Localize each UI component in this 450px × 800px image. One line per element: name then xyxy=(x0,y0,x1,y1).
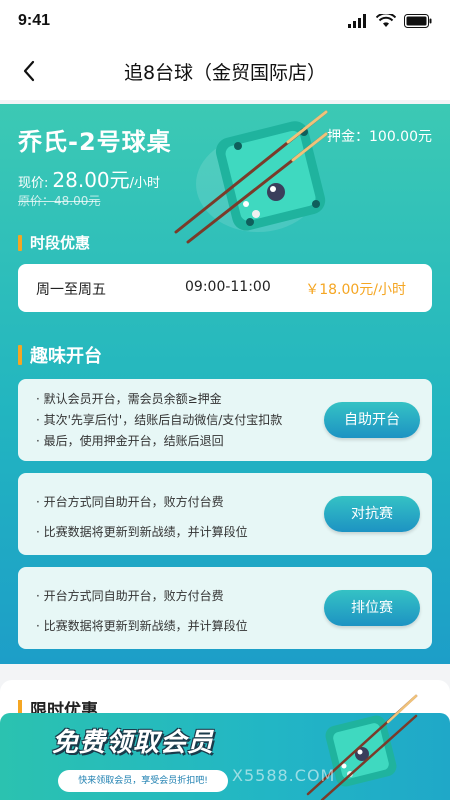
fun-card-line: · 其次'先享后付'，结账后自动微信/支付宝扣款 xyxy=(36,413,283,427)
fun-card-line: · 比赛数据将更新到新战绩，并计算段位 xyxy=(36,619,248,633)
banner-title: 免费领取会员 xyxy=(52,728,215,758)
page-title: 追8台球（金贸国际店） xyxy=(123,62,327,84)
fun-title-text: 趣味开台 xyxy=(30,346,102,367)
fun-card-line: · 比赛数据将更新到新战绩，并计算段位 xyxy=(36,525,248,539)
versus-match-card: · 开台方式同自助开台，败方付台费 · 比赛数据将更新到新战绩，并计算段位 对抗… xyxy=(18,473,432,555)
billiard-table-illustration xyxy=(174,110,328,244)
original-price: 原价：48.00元 xyxy=(18,194,101,208)
status-time: 9:41 xyxy=(18,12,51,29)
status-bar: 9:41 xyxy=(0,0,450,44)
section-accent-bar xyxy=(18,345,22,365)
price-value: 28.00元 xyxy=(52,168,130,192)
fun-card-line: · 开台方式同自助开台，败方付台费 xyxy=(36,589,224,603)
versus-match-button[interactable]: 对抗赛 xyxy=(324,496,420,532)
period-price: ￥18.00元/小时 xyxy=(305,282,406,298)
fun-card-line: · 开台方式同自助开台，败方付台费 xyxy=(36,495,224,509)
watermark: X5588.COM xyxy=(232,766,336,785)
period-title-text: 时段优惠 xyxy=(30,234,91,252)
period-section-title: 时段优惠 xyxy=(18,232,90,253)
period-hours: 09:00-11:00 xyxy=(185,279,271,295)
table-name: 乔氏-2号球桌 xyxy=(18,128,172,156)
period-days: 周一至周五 xyxy=(36,282,106,298)
battery-icon xyxy=(404,14,432,28)
fun-section-title: 趣味开台 xyxy=(18,342,102,368)
nav-bar: 追8台球（金贸国际店） xyxy=(0,44,450,100)
self-start-button[interactable]: 自助开台 xyxy=(324,402,420,438)
fun-card-line: · 最后，使用押金开台，结账后退回 xyxy=(36,434,224,448)
ranked-match-card: · 开台方式同自助开台，败方付台费 · 比赛数据将更新到新战绩，并计算段位 排位… xyxy=(18,567,432,649)
section-accent-bar xyxy=(18,234,22,251)
current-price: 现价: 28.00元 /小时 xyxy=(18,164,160,193)
self-start-card: · 默认会员开台，需会员余额≥押金 · 其次'先享后付'，结账后自动微信/支付宝… xyxy=(18,379,432,461)
fun-card-line: · 默认会员开台，需会员余额≥押金 xyxy=(36,392,222,406)
price-unit: /小时 xyxy=(129,176,161,191)
status-icons xyxy=(348,14,432,28)
banner-subtitle: 快来领取会员，享受会员折扣吧! xyxy=(58,770,228,792)
deposit-amount: 押金：100.00元 xyxy=(327,129,432,145)
period-discount-card[interactable]: 周一至周五 09:00-11:00 ￥18.00元/小时 xyxy=(18,264,432,312)
ranked-match-button[interactable]: 排位赛 xyxy=(324,590,420,626)
price-label: 现价: xyxy=(18,176,49,191)
wifi-icon xyxy=(376,14,396,27)
signal-icon xyxy=(348,14,366,28)
